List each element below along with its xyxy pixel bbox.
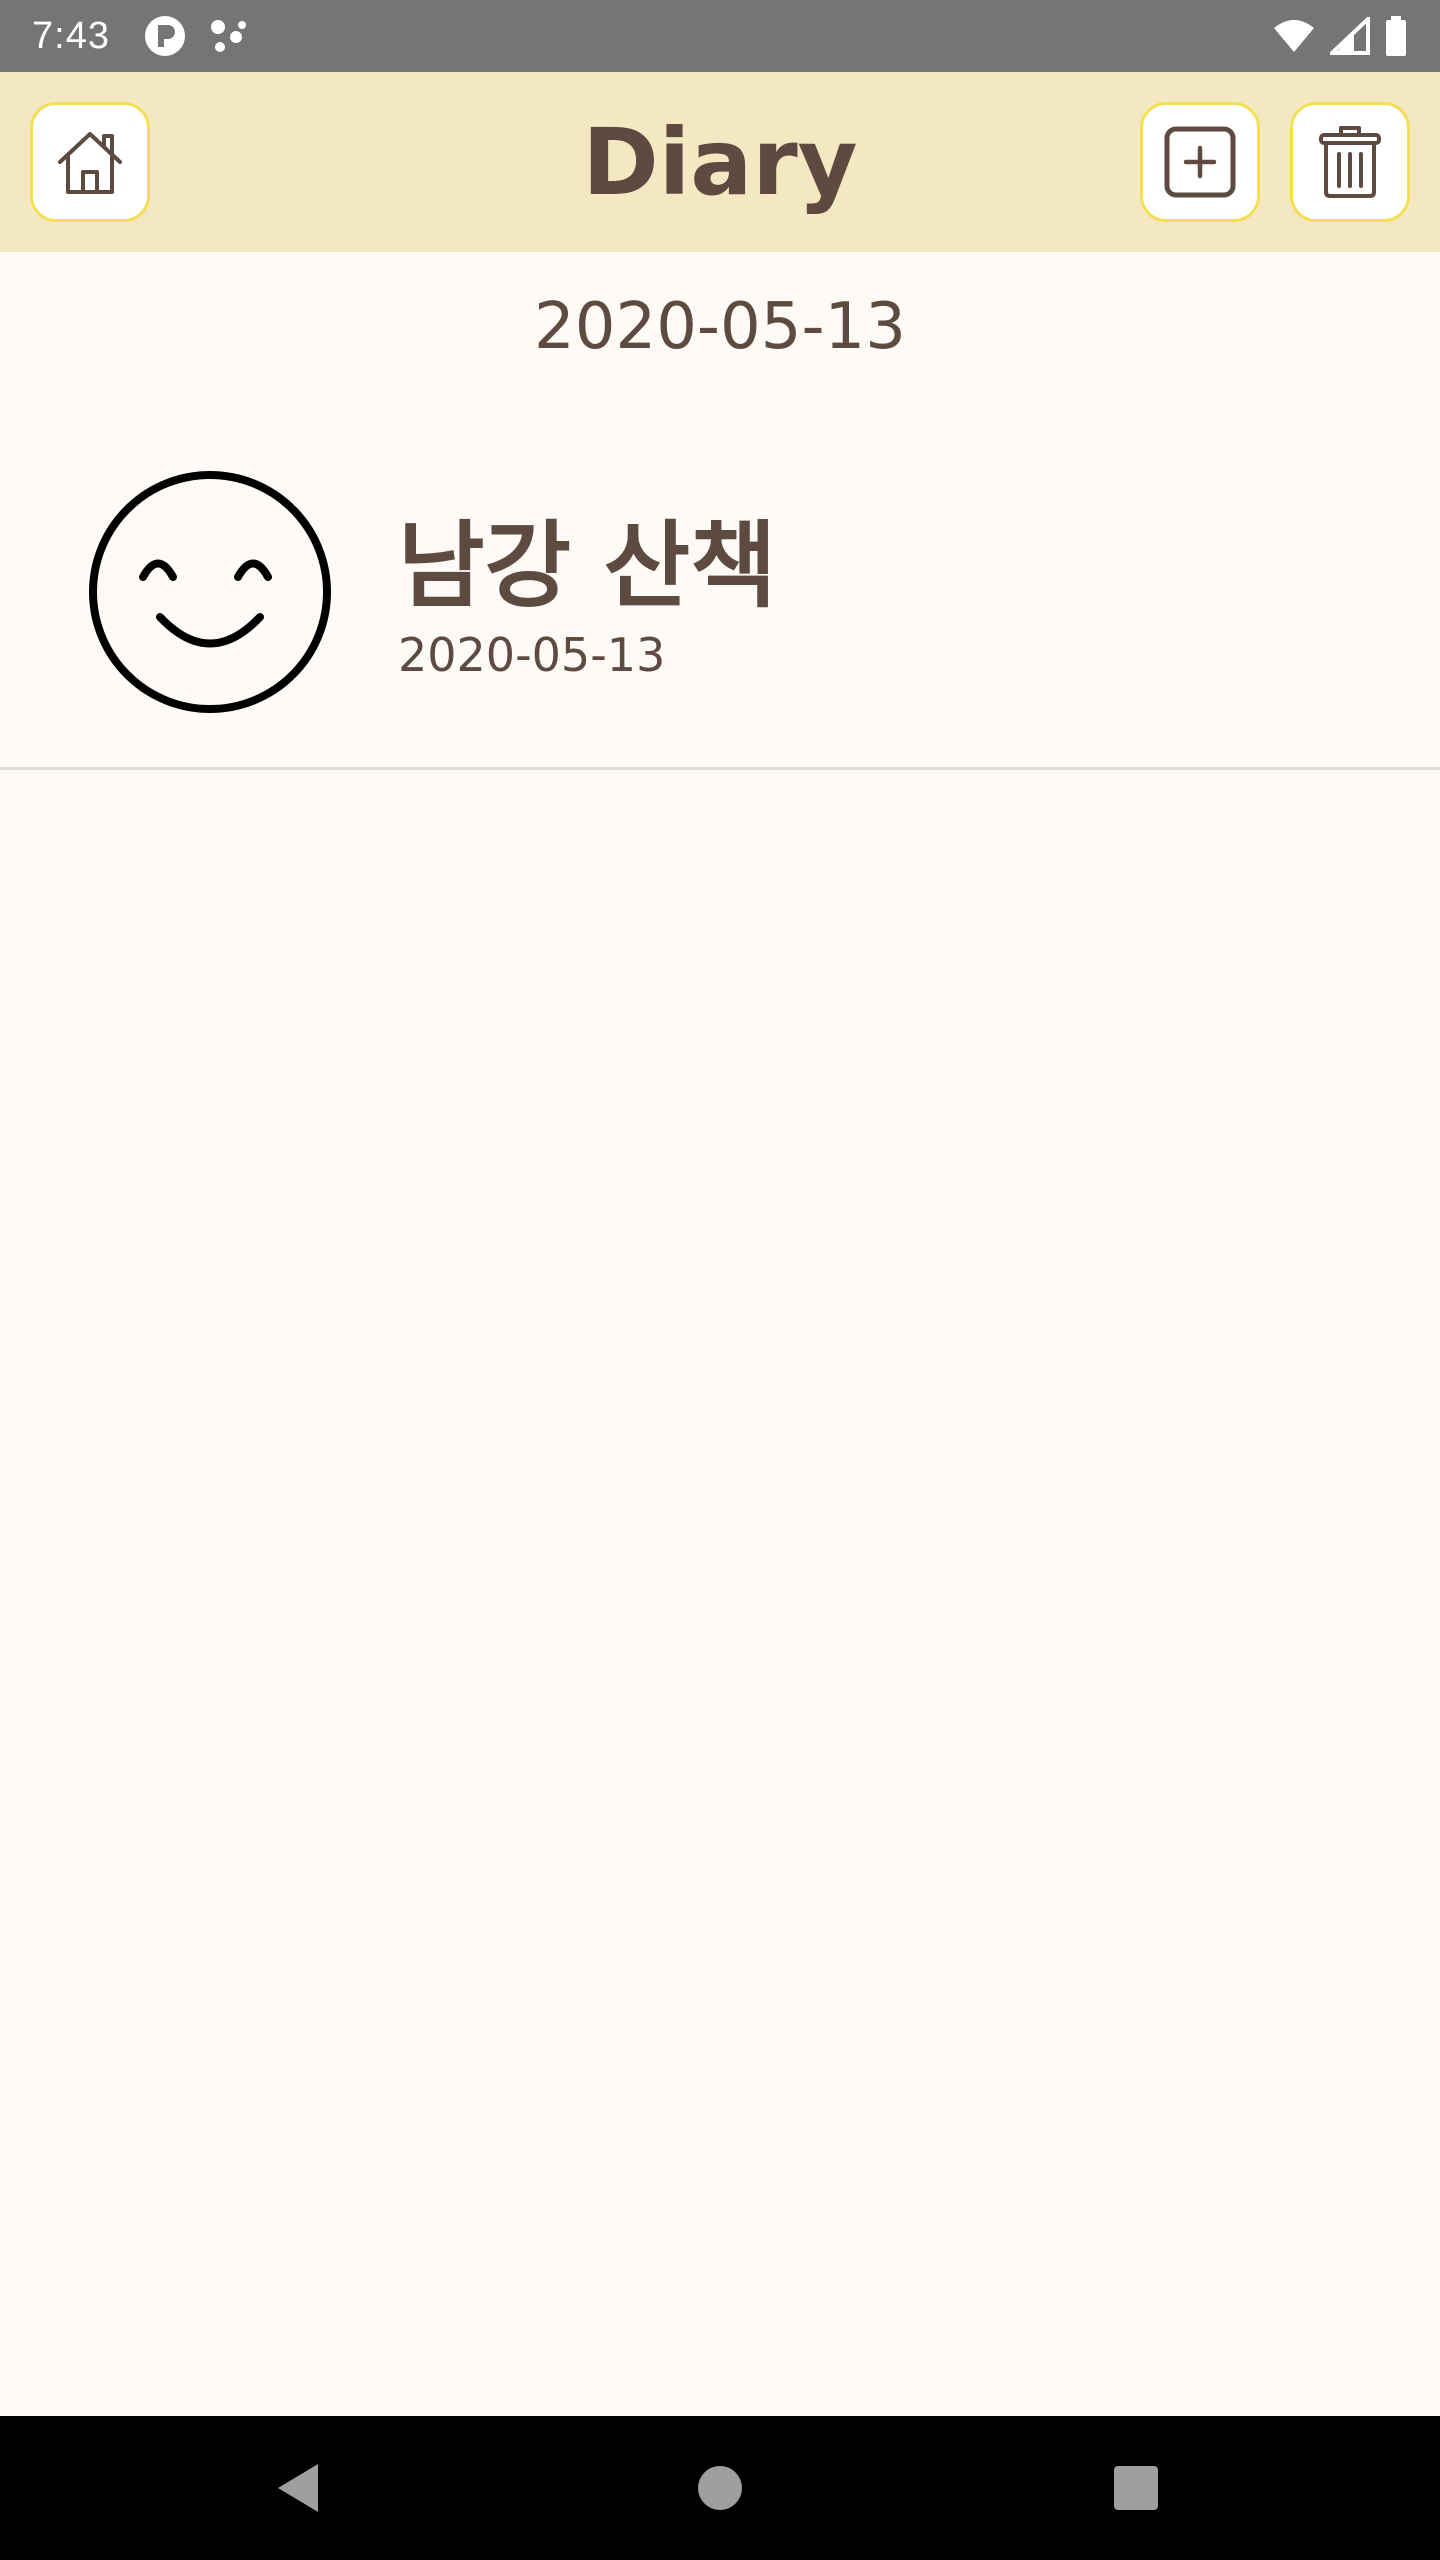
system-nav-bar [0, 2416, 1440, 2560]
entry-title: 남강 산책 [398, 512, 777, 621]
status-system-icons [1272, 16, 1408, 56]
trash-icon [1319, 126, 1381, 198]
cell-signal-icon [1330, 17, 1370, 55]
date-header: 2020-05-13 [534, 290, 906, 364]
status-notification-icons [144, 15, 250, 57]
entry-date: 2020-05-13 [398, 628, 666, 682]
diary-entry-row[interactable]: 남강 산책 2020-05-13 [0, 430, 1440, 770]
wifi-icon [1274, 20, 1314, 52]
back-triangle-icon [278, 2464, 318, 2512]
dots-notification-icon [210, 20, 246, 52]
battery-icon [1386, 16, 1406, 56]
add-entry-button[interactable] [1140, 102, 1260, 222]
nav-back-button[interactable] [218, 2416, 378, 2560]
delete-button[interactable] [1290, 102, 1410, 222]
add-square-icon [1164, 126, 1236, 198]
nav-home-button[interactable] [640, 2416, 800, 2560]
home-circle-icon [698, 2466, 742, 2510]
app-bar: Diary [0, 72, 1440, 252]
recents-square-icon [1114, 2466, 1158, 2510]
status-time: 7:43 [32, 14, 110, 57]
diary-screen: 7:43 Diary 2020-05-13 남강 산책 2020-05-13 [0, 0, 1440, 2560]
nav-recents-button[interactable] [1056, 2416, 1216, 2560]
smiley-face-icon [89, 471, 331, 713]
p-notification-icon [144, 16, 185, 56]
status-bar: 7:43 [0, 0, 1440, 72]
